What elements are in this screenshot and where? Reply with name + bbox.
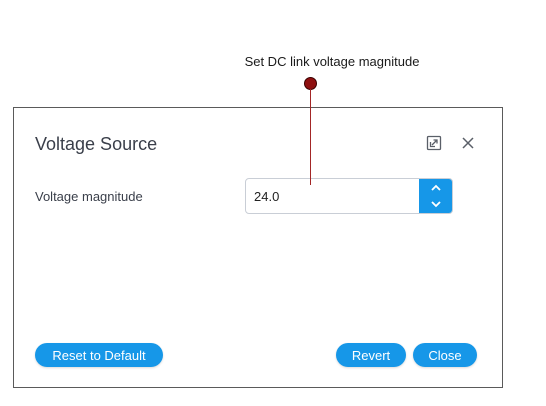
chevron-down-icon bbox=[430, 201, 441, 208]
dialog-title: Voltage Source bbox=[35, 134, 158, 154]
close-icon[interactable] bbox=[459, 134, 477, 152]
chevron-up-icon bbox=[430, 184, 441, 191]
voltage-magnitude-input[interactable] bbox=[246, 179, 418, 213]
voltage-source-dialog: Voltage Source Voltage magnitude 24.0 Re… bbox=[13, 107, 503, 388]
increment-button[interactable] bbox=[419, 179, 452, 196]
annotation-text: Set DC link voltage magnitude bbox=[244, 54, 420, 69]
expand-icon[interactable] bbox=[425, 134, 443, 152]
reset-to-default-button[interactable]: Reset to Default bbox=[35, 343, 163, 367]
screen: Set DC link voltage magnitude Voltage So… bbox=[0, 0, 546, 406]
voltage-magnitude-label: Voltage magnitude bbox=[35, 189, 143, 204]
decrement-button[interactable] bbox=[419, 196, 452, 213]
close-button[interactable]: Close bbox=[413, 343, 477, 367]
voltage-stepper bbox=[419, 179, 452, 213]
voltage-magnitude-field bbox=[245, 178, 453, 214]
annotation-leader-line bbox=[310, 89, 311, 185]
revert-button[interactable]: Revert bbox=[336, 343, 406, 367]
